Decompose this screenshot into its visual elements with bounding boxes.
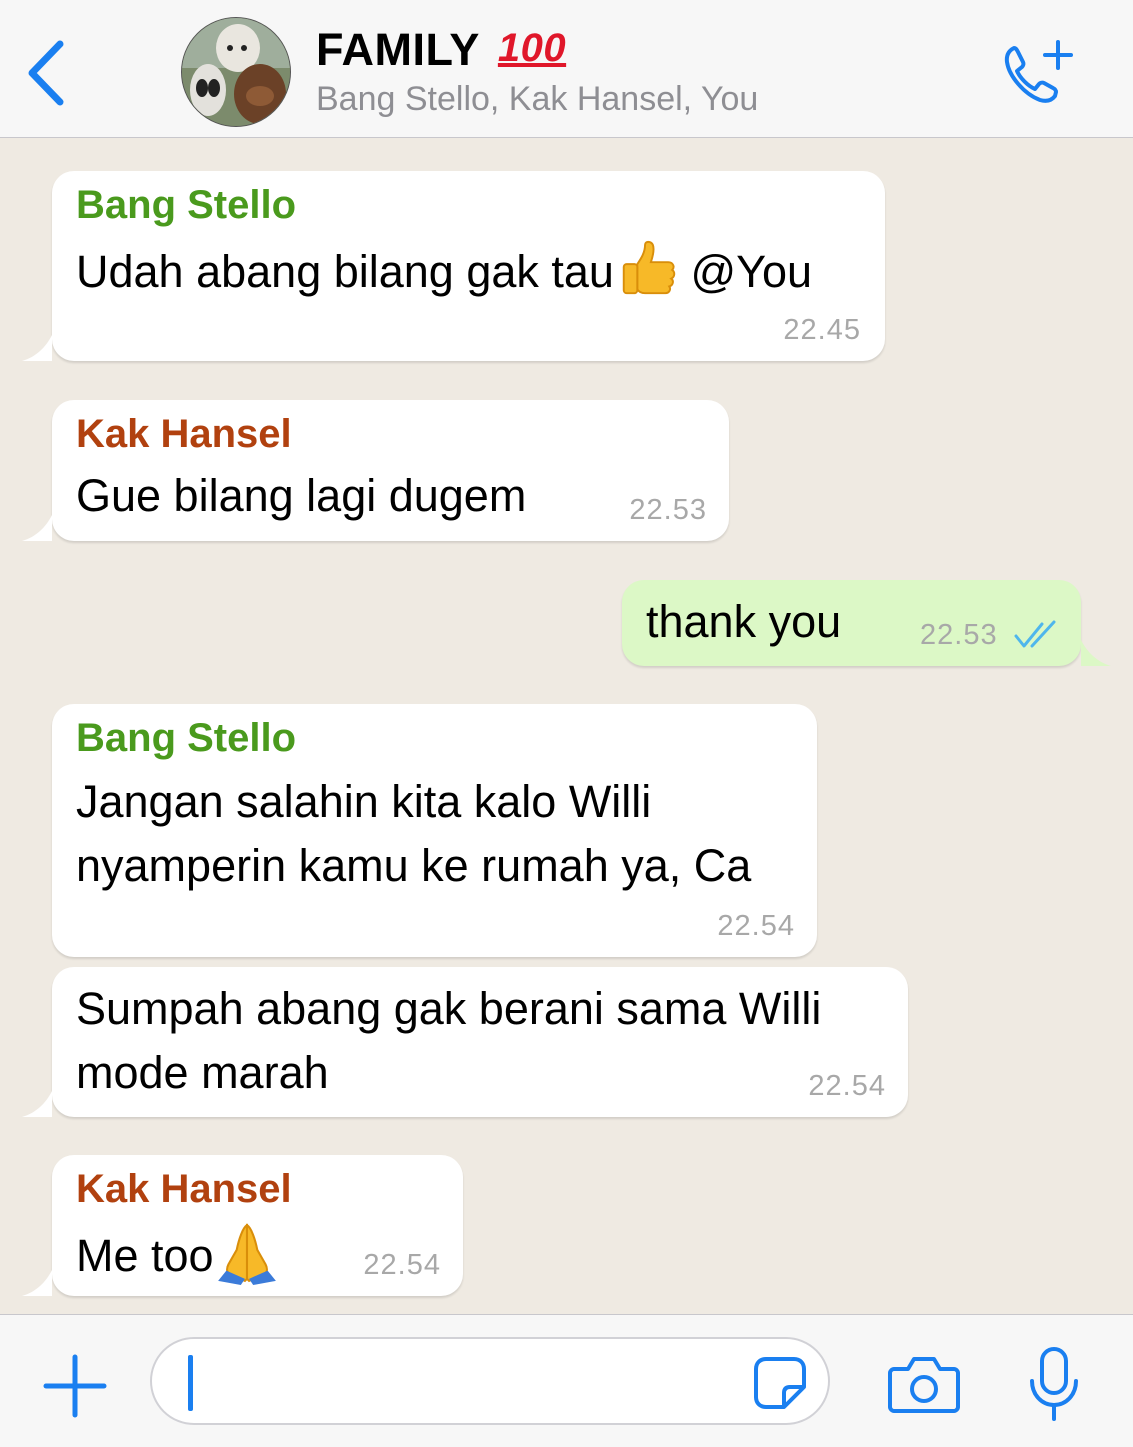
thumbs-up-icon	[622, 240, 676, 295]
camera-button[interactable]	[888, 1353, 960, 1413]
chevron-left-icon	[28, 40, 64, 106]
message-text: thank you	[646, 596, 842, 647]
bubble-tail	[22, 515, 52, 541]
message-sender[interactable]: Kak Hansel	[76, 1167, 292, 1212]
message-sender[interactable]: Kak Hansel	[76, 412, 292, 457]
message-time: 22.53	[629, 494, 707, 526]
message-text-line: nyamperin kamu ke rumah ya, Ca	[76, 840, 752, 891]
message-text-part: Udah abang bilang gak tau	[76, 246, 614, 297]
message-time: 22.54	[808, 1070, 886, 1102]
group-avatar[interactable]	[181, 17, 291, 127]
message-text: Udah abang bilang gak tau @You	[76, 237, 812, 303]
message-bubble-incoming[interactable]: Bang Stello Udah abang bilang gak tau @Y…	[22, 171, 885, 361]
message-text-line: Jangan salahin kita kalo Willi	[76, 776, 652, 827]
phone-plus-icon	[1004, 40, 1073, 103]
sticker-button[interactable]	[752, 1355, 808, 1411]
read-checkmarks-icon	[1014, 620, 1056, 648]
microphone-icon	[1030, 1347, 1078, 1421]
bubble-tail	[22, 1270, 52, 1296]
message-text-part: Me too	[76, 1230, 214, 1281]
message-mention[interactable]: @You	[678, 246, 812, 297]
message-text-line: Sumpah abang gak berani sama Willi	[76, 983, 822, 1034]
message-time: 22.54	[717, 910, 795, 942]
compose-bar	[0, 1314, 1133, 1447]
message-input[interactable]	[150, 1337, 830, 1425]
back-button[interactable]	[22, 38, 72, 108]
avatar-image	[182, 18, 290, 126]
message-sender[interactable]: Bang Stello	[76, 716, 296, 761]
message-bubble-incoming[interactable]: Sumpah abang gak berani sama Willi mode …	[22, 967, 908, 1117]
message-bubble-incoming[interactable]: Kak Hansel Gue bilang lagi dugem 22.53	[22, 400, 729, 541]
microphone-button[interactable]	[1026, 1345, 1082, 1423]
bubble-tail	[1081, 640, 1111, 666]
bubble-tail	[22, 1091, 52, 1117]
message-sender[interactable]: Bang Stello	[76, 183, 296, 228]
message-time: 22.54	[363, 1249, 441, 1281]
plus-icon	[43, 1354, 107, 1418]
message-bubble-incoming[interactable]: Kak Hansel Me too 22.54	[22, 1155, 463, 1296]
message-bubble-outgoing[interactable]: thank you 22.53	[622, 580, 1111, 666]
attach-button[interactable]	[42, 1353, 108, 1419]
group-title[interactable]: FAMILY 100	[316, 24, 566, 76]
group-members[interactable]: Bang Stello, Kak Hansel, You	[316, 80, 758, 119]
chat-area[interactable]: Bang Stello Udah abang bilang gak tau @Y…	[0, 139, 1133, 1314]
add-call-button[interactable]	[1000, 38, 1080, 108]
message-time: 22.45	[783, 314, 861, 346]
chat-header: FAMILY 100 Bang Stello, Kak Hansel, You	[0, 0, 1133, 138]
message-time: 22.53	[920, 619, 998, 651]
hundred-points-icon: 100	[497, 26, 567, 70]
sticker-icon	[754, 1357, 806, 1409]
message-text-line: mode marah	[76, 1047, 329, 1098]
bubble-tail	[22, 335, 52, 361]
camera-icon	[888, 1357, 960, 1413]
folded-hands-icon	[217, 1223, 276, 1285]
message-bubble-incoming[interactable]: Bang Stello Jangan salahin kita kalo Wil…	[52, 704, 817, 957]
message-text: Me too	[76, 1219, 280, 1287]
group-name: FAMILY	[316, 24, 480, 75]
text-caret	[188, 1355, 193, 1411]
message-text: Gue bilang lagi dugem	[76, 470, 527, 521]
